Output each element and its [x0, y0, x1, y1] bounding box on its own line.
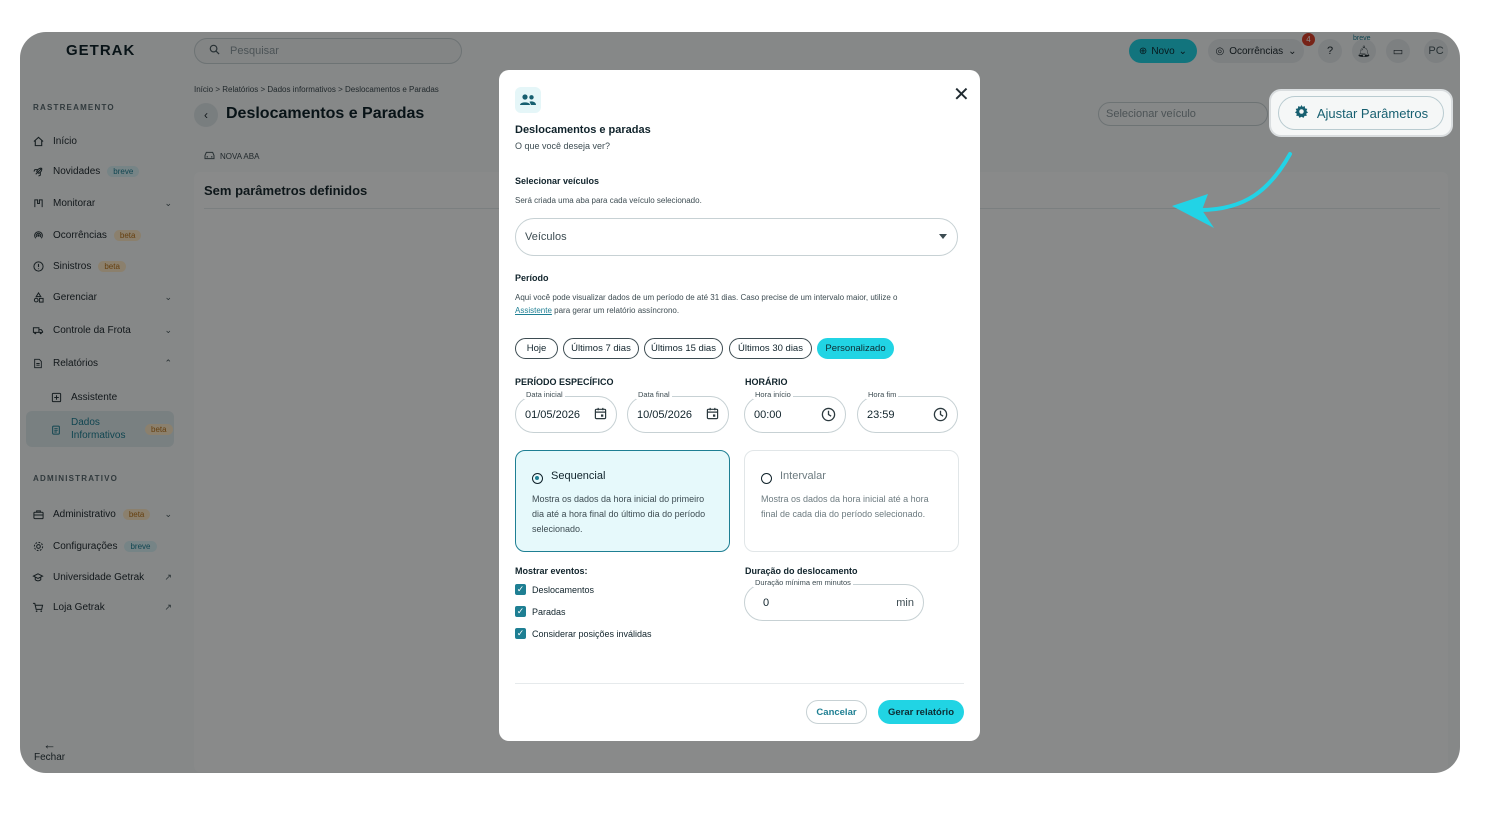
checkbox-label: Deslocamentos — [532, 585, 595, 595]
time-start-label: Hora início — [753, 390, 793, 399]
clock-icon[interactable] — [933, 407, 948, 425]
mode-title: Intervalar — [780, 470, 826, 482]
duration-unit: min — [896, 597, 914, 609]
adjust-params-highlight: Ajustar Parâmetros — [1269, 89, 1453, 137]
mode-intervalar-option[interactable]: Intervalar Mostra os dados da hora inici… — [744, 450, 959, 552]
date-start-field[interactable]: Data inicial 01/05/2026 — [515, 390, 617, 433]
date-start-label: Data inicial — [524, 390, 565, 399]
vehicles-select[interactable]: Veículos — [515, 218, 958, 256]
checkbox-posicoes-invalidas[interactable]: ✓ — [515, 628, 526, 639]
radio-selected[interactable] — [532, 473, 543, 484]
period-help-text-2: para gerar um relatório assíncrono. — [551, 306, 680, 315]
time-start-value: 00:00 — [754, 408, 782, 421]
app-window: GETRAK RASTREAMENTO Início Novidades bre… — [20, 32, 1460, 773]
chip-personalizado[interactable]: Personalizado — [817, 338, 894, 359]
chip-ultimos-30[interactable]: Últimos 30 dias — [729, 338, 812, 359]
time-end-label: Hora fim — [866, 390, 899, 399]
modal-title: Deslocamentos e paradas — [515, 124, 651, 136]
duration-field-label: Duração mínima em minutos — [753, 578, 853, 587]
check-icon: ✓ — [516, 606, 525, 616]
generate-report-button[interactable]: Gerar relatório — [878, 700, 964, 724]
date-end-value: 10/05/2026 — [637, 408, 693, 421]
radio-unselected[interactable] — [761, 473, 772, 484]
checkbox-deslocamentos[interactable]: ✓ — [515, 584, 526, 595]
date-end-label: Data final — [636, 390, 672, 399]
time-start-field[interactable]: Hora início 00:00 — [744, 390, 846, 433]
chip-ultimos-7[interactable]: Últimos 7 dias — [563, 338, 639, 359]
cancel-button[interactable]: Cancelar — [806, 700, 867, 724]
period-label: Período — [515, 273, 549, 283]
time-end-value: 23:59 — [867, 408, 895, 421]
chip-ultimos-15[interactable]: Últimos 15 dias — [644, 338, 723, 359]
date-start-value: 01/05/2026 — [525, 408, 581, 421]
duration-input[interactable]: Duração mínima em minutos 0 min — [744, 578, 924, 621]
vehicles-label: Selecionar veículos — [515, 176, 600, 186]
users-icon — [515, 87, 541, 113]
checkbox-paradas[interactable]: ✓ — [515, 606, 526, 617]
period-help-text: Aqui você pode visualizar dados de um pe… — [515, 293, 898, 302]
calendar-icon[interactable] — [706, 407, 719, 423]
check-icon: ✓ — [516, 628, 525, 638]
specific-period-label: PERÍODO ESPECÍFICO — [515, 377, 614, 387]
checkbox-label: Considerar posições inválidas — [532, 629, 652, 639]
report-modal: ✕ Deslocamentos e paradas O que você des… — [499, 70, 980, 741]
close-icon[interactable]: ✕ — [953, 82, 970, 107]
annotation-arrow-icon — [1172, 152, 1292, 228]
schedule-label: HORÁRIO — [745, 377, 788, 387]
time-end-field[interactable]: Hora fim 23:59 — [857, 390, 958, 433]
divider — [515, 683, 964, 684]
mode-title: Sequencial — [551, 470, 606, 482]
calendar-icon[interactable] — [594, 407, 607, 423]
adjust-params-button[interactable]: Ajustar Parâmetros — [1278, 96, 1444, 130]
vehicles-placeholder: Veículos — [525, 231, 567, 243]
duration-label: Duração do deslocamento — [745, 566, 858, 576]
modal-subtitle: O que você deseja ver? — [515, 141, 611, 151]
period-help: Aqui você pode visualizar dados de um pe… — [515, 291, 965, 317]
checkbox-label: Paradas — [532, 607, 566, 617]
date-end-field[interactable]: Data final 10/05/2026 — [627, 390, 729, 433]
mode-sequencial-option[interactable]: Sequencial Mostra os dados da hora inici… — [515, 450, 730, 552]
chip-hoje[interactable]: Hoje — [515, 338, 558, 359]
caret-down-icon — [939, 234, 947, 239]
vehicles-help: Será criada uma aba para cada veículo se… — [515, 196, 702, 205]
adjust-params-label: Ajustar Parâmetros — [1316, 105, 1429, 121]
assistente-link[interactable]: Assistente — [515, 306, 552, 315]
mode-description: Mostra os dados da hora inicial até a ho… — [761, 494, 929, 519]
mode-description: Mostra os dados da hora inicial do prime… — [532, 494, 706, 534]
events-label: Mostrar eventos: — [515, 566, 588, 576]
gear-icon — [1294, 104, 1309, 122]
clock-icon[interactable] — [821, 407, 836, 425]
duration-value: 0 — [763, 596, 770, 609]
check-icon: ✓ — [516, 584, 525, 594]
